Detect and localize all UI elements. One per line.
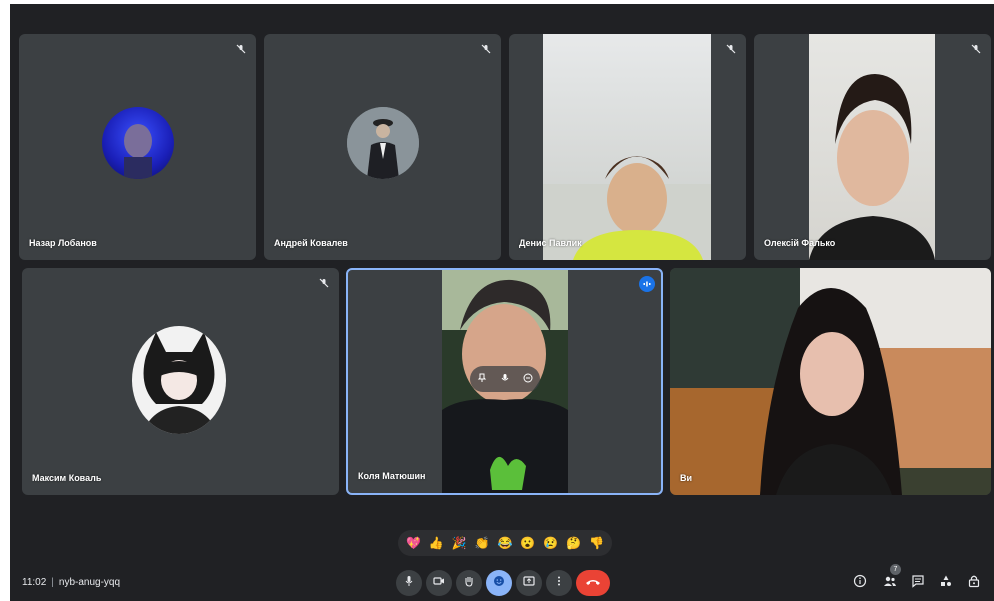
remove-icon[interactable] — [523, 370, 533, 388]
reaction-party-popper[interactable]: 🎉 — [450, 534, 468, 552]
more-options-button[interactable] — [546, 570, 572, 596]
chat-button[interactable] — [908, 573, 928, 593]
reaction-thumbs-down[interactable]: 👎 — [587, 534, 605, 552]
mic-icon[interactable] — [500, 370, 510, 388]
participant-video — [670, 268, 991, 495]
raise-hand-button[interactable] — [456, 570, 482, 596]
mic-button[interactable] — [396, 570, 422, 596]
participant-name: Андрей Ковалев — [274, 238, 348, 248]
reaction-crying[interactable]: 😢 — [542, 534, 560, 552]
participant-tile-3[interactable]: Денис Павлик — [509, 34, 746, 260]
participant-tile-2[interactable]: Андрей Ковалев — [264, 34, 501, 260]
activities-icon — [939, 574, 953, 593]
present-icon — [523, 574, 535, 592]
tile-hover-controls — [470, 366, 540, 392]
participant-video — [543, 34, 711, 260]
speaking-indicator-icon — [639, 276, 655, 292]
pin-icon[interactable] — [477, 370, 487, 388]
participant-video — [442, 270, 568, 493]
participant-name: Коля Матюшин — [358, 471, 426, 481]
host-controls-button[interactable] — [964, 573, 984, 593]
raise-hand-icon — [463, 574, 475, 592]
meeting-details: 11:02 | nyb-anug-yqq — [22, 577, 120, 588]
camera-button[interactable] — [426, 570, 452, 596]
meeting-time: 11:02 — [22, 577, 47, 588]
avatar — [347, 107, 419, 179]
end-call-icon — [585, 574, 601, 592]
reactions-bar: 💖 👍 🎉 👏 😂 😮 😢 🤔 👎 — [398, 530, 612, 556]
participant-name: Ви — [680, 473, 693, 483]
people-count-badge: 7 — [890, 564, 901, 575]
reactions-icon — [493, 574, 505, 592]
reaction-surprised[interactable]: 😮 — [519, 534, 537, 552]
mic-icon — [403, 574, 415, 592]
avatar — [132, 326, 226, 434]
mic-off-icon — [479, 42, 493, 56]
host-controls-icon — [967, 574, 981, 593]
info-icon — [853, 574, 867, 593]
more-options-icon — [553, 574, 565, 592]
reaction-sparkling-heart[interactable]: 💖 — [404, 534, 422, 552]
activities-button[interactable] — [936, 573, 956, 593]
end-call-button[interactable] — [576, 570, 610, 596]
meeting-separator: | — [51, 577, 54, 588]
participant-video — [809, 34, 935, 260]
participant-name: Денис Павлик — [519, 238, 582, 248]
present-button[interactable] — [516, 570, 542, 596]
reaction-thumbs-up[interactable]: 👍 — [427, 534, 445, 552]
mic-off-icon — [234, 42, 248, 56]
people-button[interactable] — [880, 573, 900, 593]
mic-off-icon — [969, 42, 983, 56]
chat-icon — [911, 574, 925, 593]
reaction-clapping[interactable]: 👏 — [473, 534, 491, 552]
participant-tile-4[interactable]: Олексій Фалько — [754, 34, 991, 260]
mic-off-icon — [317, 276, 331, 290]
participant-name: Олексій Фалько — [764, 238, 836, 248]
participant-tile-5[interactable]: Максим Коваль — [22, 268, 339, 495]
participant-tile-self[interactable]: Ви — [670, 268, 991, 495]
reaction-laughing[interactable]: 😂 — [496, 534, 514, 552]
meet-window: Назар Лобанов Андрей Ковалев Денис Павли… — [10, 4, 994, 601]
camera-icon — [433, 574, 445, 592]
avatar — [102, 107, 174, 179]
reaction-thinking[interactable]: 🤔 — [565, 534, 583, 552]
meeting-info-button[interactable] — [850, 573, 870, 593]
participant-tile-1[interactable]: Назар Лобанов — [19, 34, 256, 260]
mic-off-icon — [724, 42, 738, 56]
participant-tile-6[interactable]: Коля Матюшин — [346, 268, 663, 495]
reactions-button[interactable] — [486, 570, 512, 596]
people-icon — [883, 574, 897, 593]
participant-name: Максим Коваль — [32, 473, 102, 483]
meeting-code[interactable]: nyb-anug-yqq — [59, 577, 120, 588]
participant-name: Назар Лобанов — [29, 238, 97, 248]
